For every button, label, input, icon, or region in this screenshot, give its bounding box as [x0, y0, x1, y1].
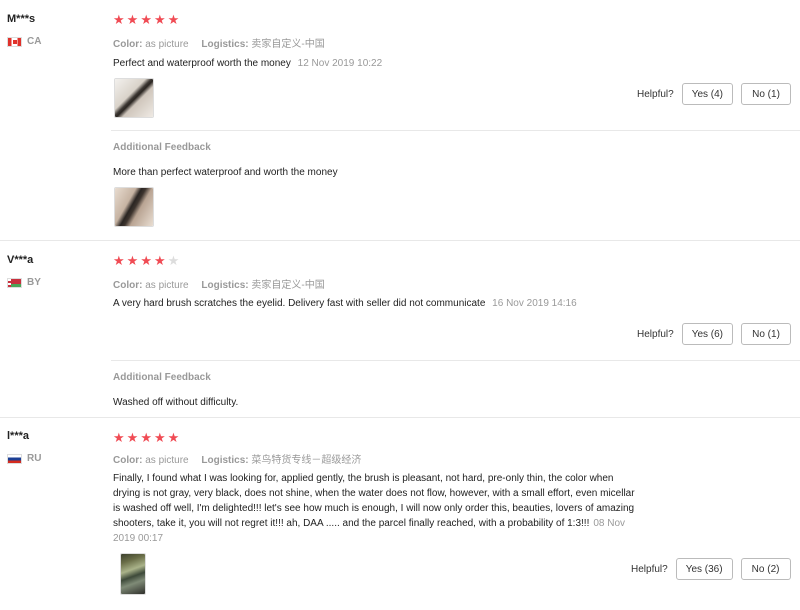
flag-russia-icon: [7, 453, 22, 464]
star-icon: ★: [153, 430, 166, 445]
logistics-value: 卖家自定义-中国: [251, 39, 325, 50]
reviewer-country: RU: [7, 453, 41, 464]
review-text: Perfect and waterproof worth the money 1…: [113, 56, 382, 71]
review-card: V***a BY ★ ★ ★ ★ ★ Color: as picture Log…: [0, 240, 800, 417]
helpful-group: Helpful? Yes (6) No (1): [637, 323, 792, 345]
star-icon: ★: [113, 253, 125, 268]
review-date: 16 Nov 2019 14:16: [492, 298, 577, 309]
review-photo-thumbnail[interactable]: [114, 78, 154, 118]
star-icon: ★: [113, 430, 125, 445]
review-body: Perfect and waterproof worth the money: [113, 58, 291, 69]
helpful-group: Helpful? Yes (4) No (1): [637, 83, 792, 105]
divider: [111, 360, 800, 361]
star-rating: ★ ★ ★ ★ ★: [113, 254, 179, 267]
review-body-line: drying is not gray, very black, does not…: [113, 488, 635, 499]
star-icon: ★: [167, 12, 180, 27]
additional-feedback-label: Additional Feedback: [113, 142, 211, 153]
star-icon: ★: [126, 430, 139, 445]
color-label: Color:: [113, 39, 143, 50]
country-code: RU: [27, 453, 42, 464]
star-icon: ★: [140, 12, 152, 27]
review-meta: Color: as picture Logistics: 菜鸟特货专线－超级经济: [113, 451, 371, 466]
additional-feedback-label: Additional Feedback: [113, 372, 211, 383]
review-card: l***a RU ★ ★ ★ ★ ★ Color: as picture Log…: [0, 417, 800, 610]
flag-belarus-icon: [7, 277, 22, 288]
helpful-no-button[interactable]: No (1): [741, 323, 792, 345]
star-rating: ★ ★ ★ ★ ★: [113, 13, 179, 26]
reviewer-country: CA: [7, 36, 41, 47]
helpful-group: Helpful? Yes (36) No (2): [631, 558, 791, 580]
helpful-label: Helpful?: [631, 563, 668, 575]
review-date-cont: 2019 00:17: [113, 533, 164, 544]
logistics-label: Logistics:: [201, 455, 249, 466]
reviewer-name: M***s: [7, 13, 36, 25]
color-value: as picture: [145, 280, 189, 291]
helpful-yes-button[interactable]: Yes (4): [681, 83, 734, 105]
additional-feedback-text: More than perfect waterproof and worth t…: [113, 167, 338, 178]
helpful-label: Helpful?: [637, 328, 674, 340]
helpful-label: Helpful?: [637, 88, 674, 100]
reviewer-name: l***a: [7, 430, 30, 442]
star-rating: ★ ★ ★ ★ ★: [113, 431, 179, 444]
review-text: Finally, I found what I was looking for,…: [113, 471, 723, 546]
star-icon: ★: [126, 253, 139, 268]
country-code: CA: [27, 36, 42, 47]
review-meta: Color: as picture Logistics: 卖家自定义-中国: [113, 276, 335, 291]
star-icon: ★: [126, 12, 139, 27]
star-icon: ★: [167, 430, 180, 445]
review-date: 12 Nov 2019 10:22: [297, 58, 383, 69]
star-icon: ★: [153, 12, 166, 27]
logistics-value: 菜鸟特货专线－超级经济: [251, 455, 362, 466]
review-body-line: is washed off well, I'm delighted!!! let…: [113, 503, 635, 514]
logistics-label: Logistics:: [201, 39, 249, 50]
review-photo-thumbnail[interactable]: [120, 553, 146, 595]
review-date: 08 Nov: [593, 518, 626, 529]
star-empty-icon: ★: [167, 253, 180, 268]
divider: [111, 130, 800, 131]
helpful-no-button[interactable]: No (2): [740, 558, 791, 580]
country-code: BY: [27, 277, 41, 288]
logistics-value: 卖家自定义-中国: [251, 280, 325, 291]
helpful-yes-button[interactable]: Yes (6): [681, 323, 734, 345]
helpful-no-button[interactable]: No (1): [741, 83, 792, 105]
review-card: M***s CA ★ ★ ★ ★ ★ Color: as picture Log…: [0, 0, 800, 240]
reviewer-country: BY: [7, 277, 41, 288]
additional-photo-thumbnail[interactable]: [114, 187, 154, 227]
color-label: Color:: [113, 455, 143, 466]
logistics-label: Logistics:: [201, 280, 249, 291]
review-body-line: Finally, I found what I was looking for,…: [113, 473, 614, 484]
review-meta: Color: as picture Logistics: 卖家自定义-中国: [113, 35, 335, 50]
color-value: as picture: [145, 455, 189, 466]
helpful-yes-button[interactable]: Yes (36): [675, 558, 733, 580]
star-icon: ★: [113, 12, 125, 27]
star-icon: ★: [153, 253, 166, 268]
color-value: as picture: [145, 39, 189, 50]
review-body: A very hard brush scratches the eyelid. …: [113, 298, 486, 309]
star-icon: ★: [140, 430, 152, 445]
review-body-line: shooters, take it, you will not regret i…: [113, 518, 626, 529]
additional-feedback-text: Washed off without difficulty.: [113, 397, 239, 408]
color-label: Color:: [113, 280, 143, 291]
flag-canada-icon: [7, 36, 22, 47]
review-text: A very hard brush scratches the eyelid. …: [113, 296, 577, 311]
star-icon: ★: [140, 253, 152, 268]
reviewer-name: V***a: [7, 254, 34, 266]
